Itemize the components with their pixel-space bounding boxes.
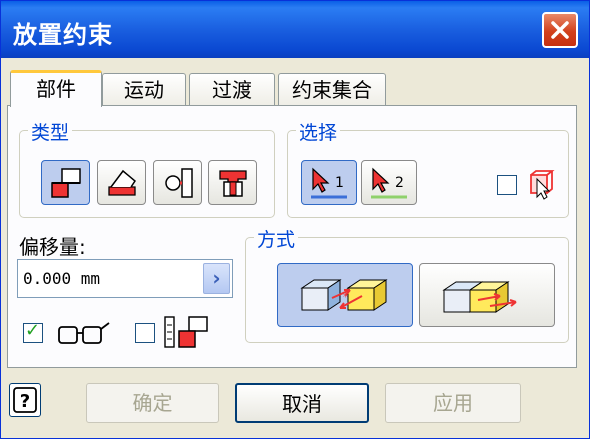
- tab-constraint-set[interactable]: 约束集合: [278, 73, 386, 107]
- tangent-type-button[interactable]: [153, 160, 202, 205]
- apply-button[interactable]: 应用: [385, 383, 521, 423]
- svg-text:*: *: [343, 292, 348, 303]
- first-occurrence-icon: [530, 170, 555, 200]
- show-preview-checkbox[interactable]: ✓: [23, 320, 43, 343]
- select-first-button[interactable]: 1: [301, 160, 357, 205]
- tab-transitional[interactable]: 过渡: [189, 73, 275, 107]
- insert-icon: [219, 170, 247, 197]
- ok-button[interactable]: 确定: [86, 383, 219, 423]
- dialog-title: 放置约束: [13, 21, 113, 49]
- angle-type-button[interactable]: [97, 160, 146, 205]
- help-button[interactable]: ?: [9, 383, 41, 417]
- first-occurrence-checkbox[interactable]: [497, 175, 517, 195]
- insert-type-button[interactable]: [208, 160, 257, 205]
- help-icon: ?: [13, 387, 37, 413]
- cursor-arrow-icon: 1: [311, 167, 347, 199]
- check-icon: ✓: [25, 320, 41, 341]
- method-group-label: 方式: [254, 225, 299, 252]
- mate-solution-icon: *: [300, 279, 388, 311]
- place-constraint-dialog: 放置约束 部件 运动 过渡 约束集合 类型 选择 1 2 偏移量: 0.000 …: [0, 0, 590, 439]
- close-button[interactable]: [542, 12, 578, 48]
- offset-input[interactable]: 0.000 mm ›: [17, 259, 233, 298]
- flush-solution-icon: [442, 281, 517, 313]
- mate-icon: [51, 168, 81, 198]
- type-group-label: 类型: [28, 118, 73, 145]
- offset-menu-button[interactable]: ›: [203, 263, 230, 294]
- select-second-number: 2: [395, 175, 404, 191]
- cancel-button[interactable]: 取消: [235, 383, 369, 423]
- predict-offset-checkbox[interactable]: [135, 323, 155, 343]
- select-group-label: 选择: [296, 118, 341, 145]
- close-icon: [551, 21, 569, 39]
- offset-value: 0.000 mm: [23, 269, 101, 288]
- flush-solution-button[interactable]: [419, 263, 555, 327]
- glasses-icon: [58, 322, 110, 344]
- mate-type-button[interactable]: [41, 160, 90, 205]
- title-bar[interactable]: 放置约束: [1, 1, 589, 58]
- predict-offset-icon: [164, 316, 208, 348]
- cursor-arrow-icon: 2: [371, 167, 407, 199]
- tab-assembly[interactable]: 部件: [10, 70, 102, 107]
- help-button-label: ?: [20, 391, 30, 412]
- select-first-number: 1: [335, 175, 344, 191]
- mate-solution-button[interactable]: *: [277, 263, 413, 327]
- tab-motion[interactable]: 运动: [102, 73, 186, 107]
- offset-label: 偏移量:: [19, 235, 86, 259]
- angle-icon: [108, 169, 136, 196]
- select-second-button[interactable]: 2: [361, 160, 417, 205]
- tangent-icon: [165, 168, 193, 198]
